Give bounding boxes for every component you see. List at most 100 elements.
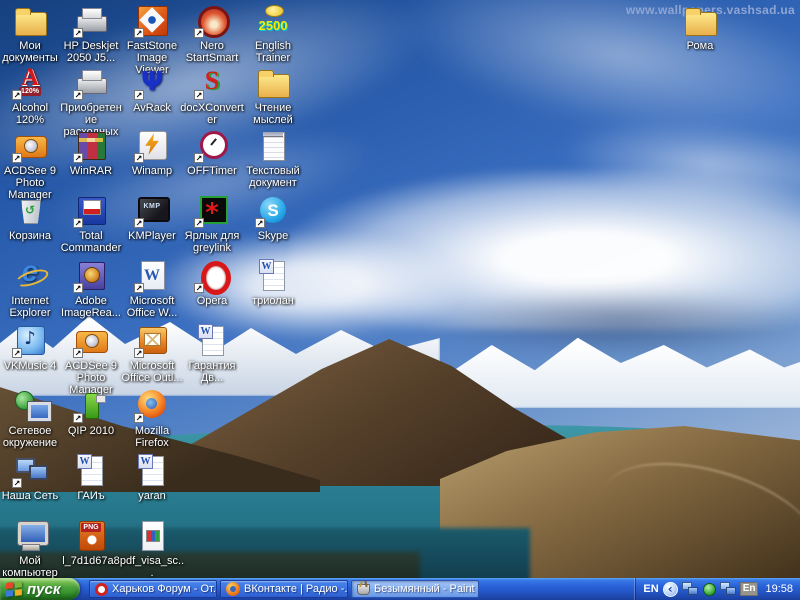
desktop-icon-label: Opera [179, 295, 245, 307]
taskbar-tasks: Харьков Форум - От... ВКонтакте | Радио … [89, 580, 479, 598]
start-button[interactable]: пуск [0, 578, 80, 600]
desktop-icon[interactable]: Корзина [0, 194, 63, 242]
desktop-icon[interactable]: Гарантия Дв... [179, 324, 245, 384]
desktop-icon[interactable]: pdf_visa_sc... [119, 519, 185, 578]
desktop-icon[interactable]: KMPlayer [119, 194, 185, 242]
desktop-icon[interactable]: Чтение мыслей [240, 66, 306, 126]
desktop-icon-label: English Trainer [240, 40, 306, 64]
my-computer-icon [12, 519, 48, 553]
desktop-icon[interactable]: AvRack [119, 66, 185, 114]
desktop-icon[interactable]: ACDSee 9 Photo Manager [0, 129, 63, 201]
desktop-icon[interactable]: триолан [240, 259, 306, 307]
desktop-icon[interactable]: Наша Сеть [0, 454, 63, 502]
imageready-icon [73, 259, 109, 293]
desktop-icon[interactable]: Ярлык для greylink [179, 194, 245, 254]
desktop-icon[interactable]: l_7d1d67a8 [58, 519, 124, 567]
desktop-icon[interactable]: Мой компьютер [0, 519, 63, 578]
my-network-icon [12, 454, 48, 488]
desktop-icon-label: Internet Explorer [0, 295, 63, 319]
desktop-icon[interactable]: Рома [667, 4, 733, 52]
total-commander-icon [73, 194, 109, 228]
desktop-icon[interactable]: Skype [240, 194, 306, 242]
language-badge[interactable]: En [740, 582, 759, 596]
greylink-icon [194, 194, 230, 228]
desktop-icon[interactable]: Мои документы [0, 4, 63, 64]
taskbar: пуск Харьков Форум - От... ВКонтакте | Р… [0, 578, 800, 600]
desktop-icon-label: Ярлык для greylink [179, 230, 245, 254]
desktop-icon[interactable]: QIP 2010 [58, 389, 124, 437]
shortcut-arrow-icon [134, 348, 144, 358]
desktop-icon[interactable]: Mozilla Firefox [119, 389, 185, 449]
desktop-icon[interactable]: Сетевое окружение [0, 389, 63, 449]
desktop-icon[interactable]: Winamp [119, 129, 185, 177]
shortcut-arrow-icon [194, 218, 204, 228]
desktop-icon-label: QIP 2010 [58, 425, 124, 437]
folder-icon [255, 66, 291, 100]
desktop-icon-label: Adobe ImageRea... [58, 295, 124, 319]
desktop-icon[interactable]: Alcohol 120% [0, 66, 63, 126]
desktop-icon-label: Наша Сеть [0, 490, 63, 502]
desktop-icon[interactable]: WinRAR [58, 129, 124, 177]
taskbar-clock: 19:58 [765, 583, 793, 595]
network-icon[interactable] [720, 582, 736, 596]
taskbar-task-button[interactable]: ВКонтакте | Радио -... [220, 580, 348, 598]
desktop-icon-label: ГАИъ [58, 490, 124, 502]
desktop-icon[interactable]: Microsoft Office W... [119, 259, 185, 319]
firefox-icon [226, 582, 240, 596]
opera-icon [194, 259, 230, 293]
desktop-icon[interactable]: ГАИъ [58, 454, 124, 502]
shortcut-arrow-icon [134, 283, 144, 293]
lan-status-icon[interactable] [701, 582, 717, 596]
desktop-icon-label: Skype [240, 230, 306, 242]
desktop-icon[interactable]: Текстовый документ [240, 129, 306, 189]
desktop-icon[interactable]: Opera [179, 259, 245, 307]
shortcut-arrow-icon [73, 283, 83, 293]
desktop-icon[interactable]: ACDSee 9 Photo Manager [58, 324, 124, 396]
skype-icon [255, 194, 291, 228]
desktop-icon-label: WinRAR [58, 165, 124, 177]
desktop-icon-label: Alcohol 120% [0, 102, 63, 126]
desktop[interactable]: www.wallpapers.vashsad.ua Мои документы … [0, 0, 800, 578]
desktop-icon[interactable]: docXConverter [179, 66, 245, 126]
shortcut-arrow-icon [73, 348, 83, 358]
wallpaper-cloud [556, 105, 800, 226]
shortcut-arrow-icon [134, 413, 144, 423]
desktop-icon[interactable]: English Trainer [240, 4, 306, 64]
avrack-icon [134, 66, 170, 100]
notepad-icon [255, 129, 291, 163]
desktop-icon[interactable]: HP Deskjet 2050 J5... [58, 4, 124, 64]
task-button-label: Безымянный - Paint [374, 583, 475, 595]
desktop-icon-label: OFFTimer [179, 165, 245, 177]
chevron-left-icon[interactable] [663, 582, 678, 597]
desktop-icon[interactable]: OFFTimer [179, 129, 245, 177]
winrar-icon [73, 129, 109, 163]
shortcut-arrow-icon [134, 28, 144, 38]
network-icon[interactable] [682, 582, 698, 596]
desktop-icon-label: Nero StartSmart [179, 40, 245, 64]
desktop-icon[interactable]: Total Commander [58, 194, 124, 254]
taskbar-task-button[interactable]: Безымянный - Paint [351, 580, 479, 598]
opera-icon [95, 583, 108, 596]
word-icon [134, 259, 170, 293]
desktop-icon-label: Microsoft Office W... [119, 295, 185, 319]
desktop-icon[interactable]: Nero StartSmart [179, 4, 245, 64]
desktop-icon-label: Mozilla Firefox [119, 425, 185, 449]
language-indicator[interactable]: EN [643, 583, 658, 595]
wallpaper-snow-mountains [380, 318, 800, 408]
shortcut-arrow-icon [73, 153, 83, 163]
shortcut-arrow-icon [73, 90, 83, 100]
desktop-icon-label: Текстовый документ [240, 165, 306, 189]
task-button-label: Харьков Форум - От... [112, 583, 217, 595]
png-file-icon [73, 519, 109, 553]
desktop-icon[interactable]: Internet Explorer [0, 259, 63, 319]
desktop-icon[interactable]: VKMusic 4 [0, 324, 63, 372]
taskbar-task-button[interactable]: Харьков Форум - От... [89, 580, 217, 598]
english-trainer-icon [255, 4, 291, 38]
desktop-icon[interactable]: Microsoft Office Outl... [119, 324, 185, 384]
wallpaper-cloud [380, 0, 800, 169]
outlook-icon [134, 324, 170, 358]
desktop-icon[interactable]: yaran [119, 454, 185, 502]
wallpaper-cloud-shadow [420, 288, 800, 358]
desktop-icon-label: VKMusic 4 [0, 360, 63, 372]
desktop-icon[interactable]: Adobe ImageRea... [58, 259, 124, 319]
